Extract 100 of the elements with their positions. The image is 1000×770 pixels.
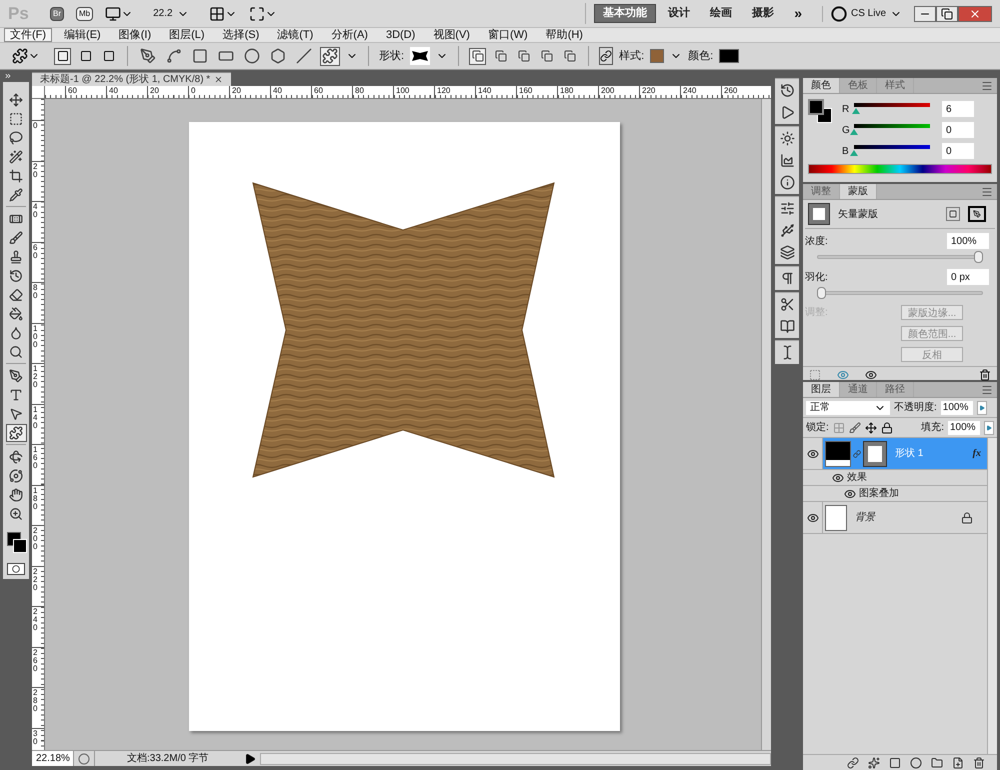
collapse-icon[interactable] [4,72,12,80]
panel-tab[interactable]: 蒙版 [840,184,877,199]
bridge-button[interactable]: Br [50,6,64,20]
close-button[interactable] [958,6,992,22]
checker-icon[interactable] [832,422,845,434]
arrange-button[interactable] [208,6,237,22]
minimize-button[interactable] [914,6,936,22]
menu-item[interactable]: 编辑(E) [58,28,107,42]
screen-mode-button[interactable] [248,6,277,22]
link-icon[interactable] [847,756,859,768]
color-swatches[interactable] [808,99,834,125]
shape-tool-button[interactable] [242,46,262,66]
cs-live-button[interactable]: CS Live [822,6,902,22]
tool-preset-button[interactable] [12,48,40,64]
dock-panel-icon[interactable] [780,245,794,260]
panel-menu-icon[interactable] [981,80,993,92]
dock-panel-icon[interactable] [780,153,794,168]
panel-menu-icon[interactable] [981,186,993,198]
menu-item[interactable]: 窗口(W) [482,28,534,42]
opacity-field[interactable]: 100% [940,400,973,414]
layers-scrollbar[interactable] [987,438,997,754]
panel-tab[interactable]: 颜色 [803,78,840,93]
setting-field[interactable]: 100% [947,233,989,249]
menu-item[interactable]: 文件(F) [4,28,52,42]
horizontal-scrollbar[interactable] [260,752,771,764]
play-icon[interactable] [244,752,256,764]
menu-item[interactable]: 图层(L) [163,28,211,42]
color-swatch[interactable] [719,49,740,63]
slider-thumb[interactable] [850,129,858,135]
menu-item[interactable]: 选择(S) [216,28,266,42]
folder-icon[interactable] [931,756,943,768]
path-mode-button[interactable] [54,48,71,64]
channel-value-field[interactable]: 0 [942,122,974,138]
new-layer-icon[interactable] [952,756,964,768]
trash-icon[interactable] [973,756,985,768]
more-workspaces-button[interactable]: » [786,3,810,24]
color-swatches[interactable] [5,531,27,555]
vector-mask-button[interactable] [968,206,986,222]
combine-mode-button[interactable] [469,48,486,64]
workspace-button[interactable]: 绘画 [702,4,740,23]
shape-tool-button[interactable] [320,46,340,66]
shape-tool-button[interactable] [138,46,158,66]
workspace-button[interactable]: 摄影 [744,4,782,23]
style-swatch[interactable] [650,49,664,63]
dock-panel-icon[interactable] [780,131,794,146]
brush-icon[interactable] [848,422,861,434]
restore-button[interactable] [936,6,958,22]
effect-row[interactable]: 效果 [803,470,987,486]
dock-panel-icon[interactable] [780,319,794,334]
effects-icon[interactable] [868,756,880,768]
channel-value-field[interactable]: 6 [942,101,974,117]
selection-icon[interactable] [809,369,821,381]
channel-slider[interactable] [854,103,930,115]
slider-thumb[interactable] [852,108,860,114]
panel-menu-icon[interactable] [981,384,993,396]
fill-stepper[interactable] [984,420,994,434]
view-extras-button[interactable] [105,6,134,22]
tool-button[interactable] [6,424,26,442]
slider-track[interactable] [817,287,983,299]
pixel-mask-button[interactable] [946,207,960,221]
adjustment-icon[interactable] [910,756,922,768]
slider-thumb[interactable] [817,287,826,299]
dock-panel-icon[interactable] [780,175,794,190]
eye-icon[interactable] [865,369,877,381]
dock-panel-icon[interactable] [780,201,794,216]
slider-track[interactable] [817,251,983,263]
menu-item[interactable]: 分析(A) [325,28,374,42]
shape-tool-button[interactable] [294,46,314,66]
blend-mode-dropdown[interactable]: 正常 [806,400,890,414]
document-tab[interactable]: 未标题-1 @ 22.2% (形状 1, CMYK/8) * [32,72,232,86]
dock-panel-icon[interactable] [780,271,794,286]
effect-row[interactable]: 图案叠加 [803,486,987,502]
panel-tab[interactable]: 图层 [803,382,840,397]
dock-panel-icon[interactable] [780,223,794,238]
workspace-button[interactable]: 设计 [660,4,698,23]
menu-item[interactable]: 视图(V) [427,28,476,42]
zoom-dropdown[interactable]: 22.2 [145,6,197,21]
menu-item[interactable]: 帮助(H) [540,28,589,42]
quick-mask-button[interactable] [7,563,25,575]
opacity-stepper[interactable] [976,400,987,414]
color-spectrum[interactable] [808,164,992,174]
channel-value-field[interactable]: 0 [942,143,974,159]
workspace-button[interactable]: 基本功能 [594,4,656,23]
shape-picker[interactable] [410,47,430,65]
setting-field[interactable]: 0 px [947,269,989,285]
eye-icon[interactable] [837,369,849,381]
close-icon[interactable] [214,75,224,84]
menu-item[interactable]: 图像(I) [112,28,158,42]
lock-icon[interactable] [880,422,893,434]
layer-row[interactable]: 形状 1 fx [823,438,987,469]
fill-field[interactable]: 100% [948,420,980,434]
mini-bridge-button[interactable]: Mb [76,6,94,20]
trash-icon[interactable] [979,369,991,381]
dock-panel-icon[interactable] [780,83,794,98]
mask-icon[interactable] [889,756,901,768]
vertical-scrollbar[interactable] [761,99,771,750]
link-style-button[interactable] [599,47,614,65]
menu-item[interactable]: 3D(D) [380,28,422,42]
menu-item[interactable]: 滤镜(T) [271,28,320,42]
dock-panel-icon[interactable] [780,297,794,312]
